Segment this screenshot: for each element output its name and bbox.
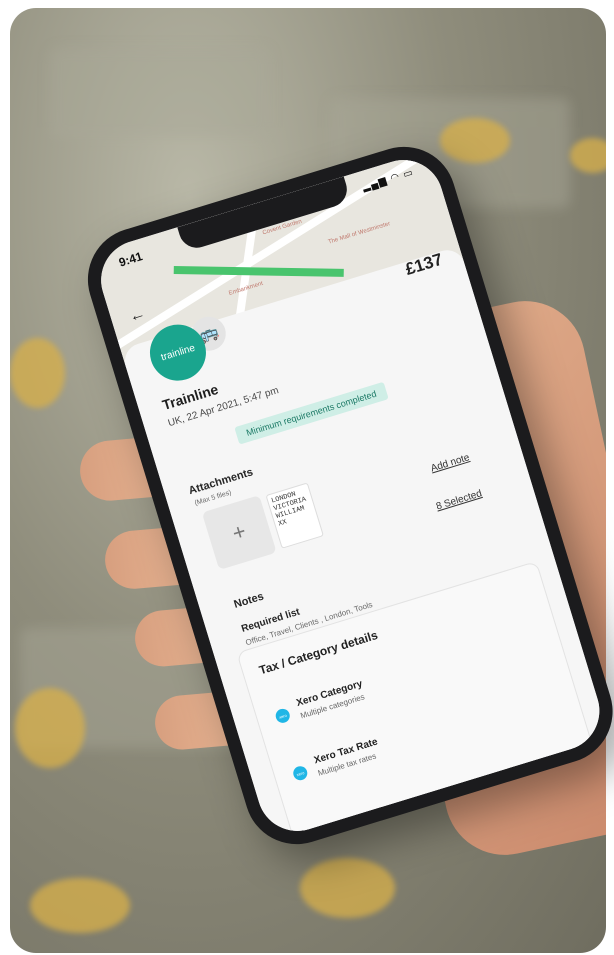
phone-container: 9:41 ▂▄▆ ◠ ▭ Covent Garden Embankment Th… — [0, 0, 614, 955]
map-label: The Mall of Westminster — [327, 221, 392, 246]
plus-icon: + — [229, 518, 249, 546]
xero-icon: xero — [291, 764, 310, 782]
phone-screen: 9:41 ▂▄▆ ◠ ▭ Covent Garden Embankment Th… — [91, 150, 610, 841]
phone: 9:41 ▂▄▆ ◠ ▭ Covent Garden Embankment Th… — [75, 133, 614, 858]
xero-icon: xero — [273, 707, 292, 725]
route-line — [173, 265, 344, 277]
